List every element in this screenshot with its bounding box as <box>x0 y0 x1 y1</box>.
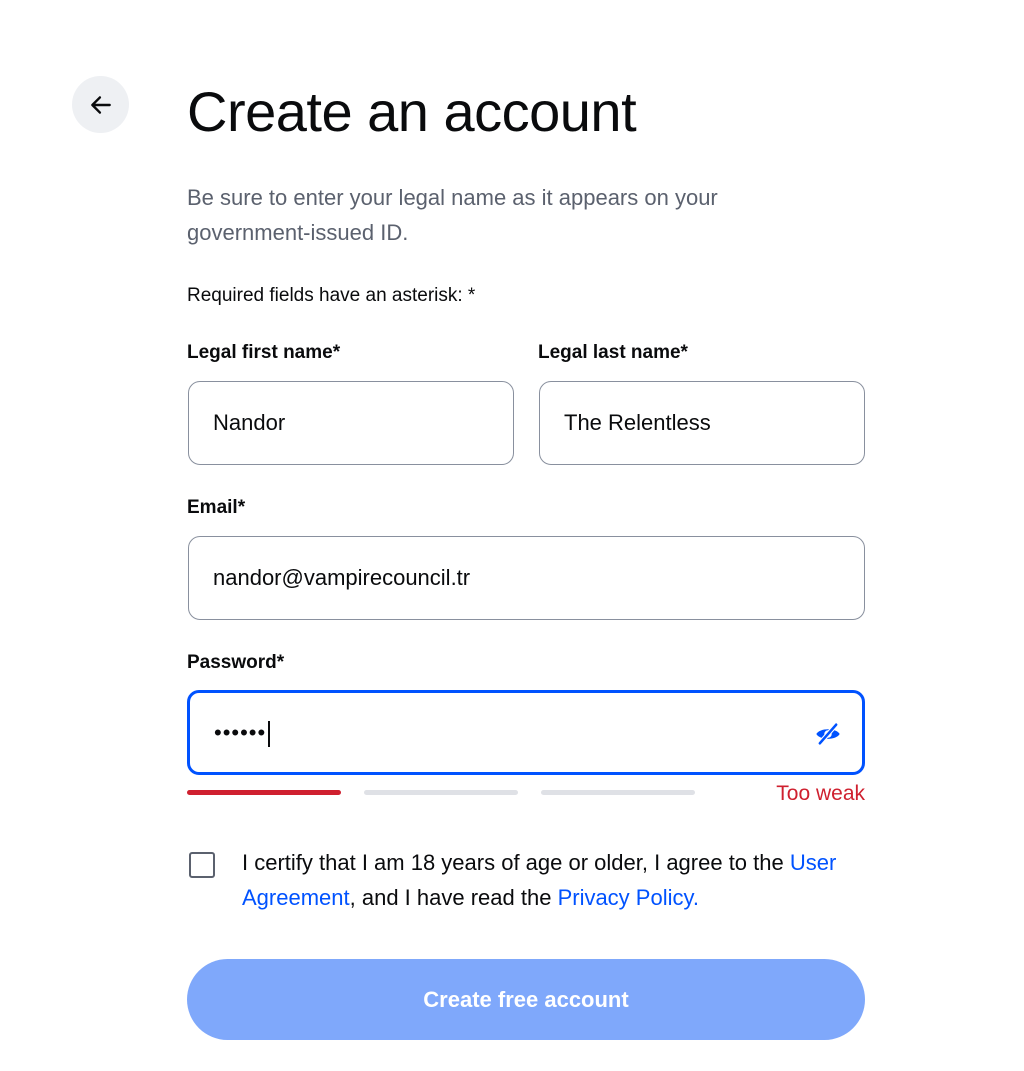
eye-slash-icon[interactable] <box>814 720 842 748</box>
consent-text: I certify that I am 18 years of age or o… <box>242 845 882 915</box>
required-fields-note: Required fields have an asterisk: * <box>187 285 476 306</box>
last-name-input[interactable] <box>539 381 865 465</box>
password-label: Password* <box>187 652 285 673</box>
back-button[interactable] <box>72 76 129 133</box>
consent-text-before: I certify that I am 18 years of age or o… <box>242 850 790 875</box>
password-input[interactable]: •••••• <box>187 690 865 775</box>
arrow-left-icon <box>90 95 111 114</box>
create-account-button[interactable]: Create free account <box>187 959 865 1040</box>
email-input[interactable] <box>188 536 865 620</box>
strength-segment <box>541 790 695 795</box>
password-value: •••••• <box>214 717 271 749</box>
consent-checkbox[interactable] <box>189 852 215 878</box>
password-strength-label: Too weak <box>776 782 865 805</box>
last-name-label: Legal last name* <box>538 342 688 363</box>
consent-text-middle: , and I have read the <box>349 885 558 910</box>
first-name-input[interactable] <box>188 381 514 465</box>
page-subtitle: Be sure to enter your legal name as it a… <box>187 185 718 245</box>
strength-segment <box>364 790 518 795</box>
privacy-policy-link[interactable]: Privacy Policy. <box>558 885 699 910</box>
page-title: Create an account <box>187 80 637 143</box>
first-name-label: Legal first name* <box>187 342 341 363</box>
email-label: Email* <box>187 497 246 518</box>
strength-segment <box>187 790 341 795</box>
